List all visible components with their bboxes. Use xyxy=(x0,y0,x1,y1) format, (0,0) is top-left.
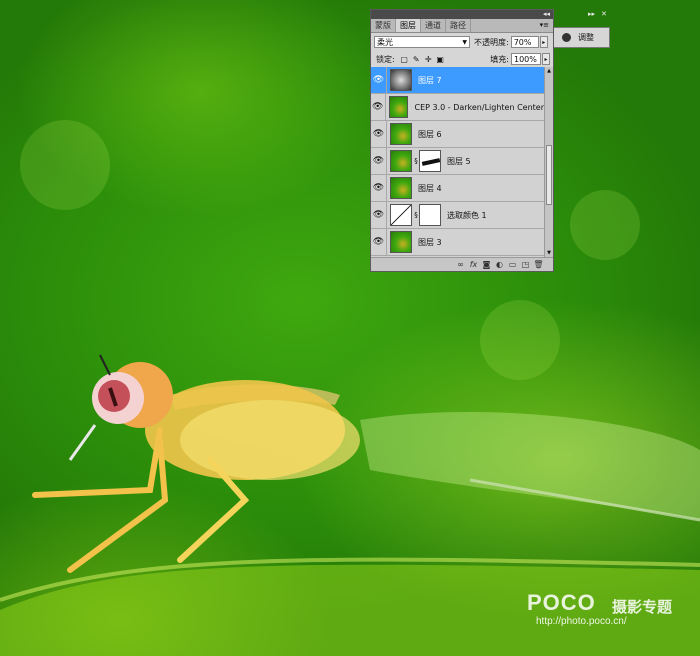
panel-menu-icon[interactable]: ▾≡ xyxy=(540,19,549,32)
layer-thumbnail[interactable] xyxy=(388,96,409,118)
panel-tabs: 蒙版 图层 通道 路径 ▾≡ xyxy=(371,19,553,33)
layer-name: CEP 3.0 - Darken/Lighten Center xyxy=(414,102,544,112)
lock-pixels-icon[interactable]: ✎ xyxy=(412,55,421,64)
layer-thumbnail[interactable] xyxy=(390,69,412,91)
visibility-eye-icon[interactable]: 👁 xyxy=(371,228,387,256)
blend-mode-value: 柔光 xyxy=(377,38,393,47)
layer-thumbnail[interactable] xyxy=(390,150,412,172)
fill-slider-toggle[interactable]: ▸ xyxy=(542,53,550,65)
visibility-eye-icon[interactable]: 👁 xyxy=(371,174,387,202)
lock-all-icon[interactable]: ▣ xyxy=(436,55,445,64)
lock-label: 锁定: xyxy=(376,54,395,64)
delete-layer-icon[interactable]: 🗑 xyxy=(532,260,545,269)
lock-transparency-icon[interactable]: ▢ xyxy=(400,55,409,64)
adjustments-icon xyxy=(562,33,571,42)
layer-thumbnail[interactable] xyxy=(390,231,412,253)
layer-row[interactable]: 👁 图层 3 xyxy=(371,228,544,256)
layer-name: 图层 4 xyxy=(418,183,442,193)
layer-style-icon[interactable]: fx xyxy=(467,260,480,269)
chevron-down-icon: ▼ xyxy=(462,39,467,46)
visibility-eye-icon[interactable]: 👁 xyxy=(371,201,387,229)
adjustment-layer-icon[interactable]: ◐ xyxy=(493,260,506,269)
collapse-icon[interactable]: ◂◂ xyxy=(543,10,550,19)
tab-channels[interactable]: 通道 xyxy=(421,19,446,32)
opacity-label: 不透明度: xyxy=(474,37,509,47)
layer-row[interactable]: 👁 图层 4 xyxy=(371,174,544,202)
poco-logo: POCO xyxy=(527,590,596,615)
layer-name: 选取颜色 1 xyxy=(447,210,487,220)
layer-list-scrollbar[interactable]: ▲ ▼ xyxy=(544,67,553,258)
layer-name: 图层 7 xyxy=(418,75,442,85)
scroll-up-icon[interactable]: ▲ xyxy=(545,67,553,76)
fill-label: 填充: xyxy=(490,54,509,64)
tab-layers[interactable]: 图层 xyxy=(396,19,421,32)
layer-thumbnail[interactable] xyxy=(390,204,412,226)
layer-name: 图层 6 xyxy=(418,129,442,139)
adjustments-panel[interactable]: 调整 xyxy=(554,27,610,48)
layer-thumbnail[interactable] xyxy=(390,177,412,199)
scroll-thumb[interactable] xyxy=(546,145,552,205)
new-layer-icon[interactable]: ◳ xyxy=(519,260,532,269)
visibility-eye-icon[interactable]: 👁 xyxy=(371,147,387,175)
visibility-eye-icon[interactable]: 👁 xyxy=(371,120,387,148)
blend-mode-select[interactable]: 柔光 ▼ xyxy=(374,36,470,48)
visibility-eye-icon[interactable]: 👁 xyxy=(371,67,387,94)
adjustments-label: 调整 xyxy=(578,33,594,42)
expand-icon[interactable]: ▸▸ xyxy=(588,10,595,19)
watermark-subtitle: 摄影专题 xyxy=(612,598,673,616)
panel-bottom-bar: ∞ fx ◙ ◐ ▭ ◳ 🗑 xyxy=(371,257,553,271)
fill-input[interactable]: 100% xyxy=(511,53,541,65)
tab-masks[interactable]: 蒙版 xyxy=(371,19,396,32)
layer-row[interactable]: 👁 § 图层 5 xyxy=(371,147,544,175)
layer-mask-thumbnail[interactable] xyxy=(419,150,441,172)
add-mask-icon[interactable]: ◙ xyxy=(480,260,493,269)
opacity-slider-toggle[interactable]: ▸ xyxy=(539,36,548,48)
watermark-url: http://photo.poco.cn/ xyxy=(536,616,627,627)
layer-row[interactable]: 👁 CEP 3.0 - Darken/Lighten Center xyxy=(371,93,544,121)
layer-name: 图层 3 xyxy=(418,237,442,247)
blend-row: 柔光 ▼ 不透明度: 70% ▸ xyxy=(371,33,553,51)
layer-list: 👁 图层 7 👁 CEP 3.0 - Darken/Lighten Center 👁 图层… xyxy=(371,67,544,258)
layer-thumbnail[interactable] xyxy=(390,123,412,145)
layer-row[interactable]: 👁 图层 7 xyxy=(371,67,544,94)
lock-position-icon[interactable]: ✛ xyxy=(424,55,433,64)
layer-name: 图层 5 xyxy=(447,156,471,166)
lock-row: 锁定: ▢ ✎ ✛ ▣ 填充: 100% ▸ xyxy=(371,51,553,68)
layer-mask-thumbnail[interactable] xyxy=(419,204,441,226)
panel-titlebar[interactable]: ◂◂ ▸▸ ✕ xyxy=(371,10,607,19)
tab-paths[interactable]: 路径 xyxy=(446,19,471,32)
link-layers-icon[interactable]: ∞ xyxy=(454,260,467,269)
new-group-icon[interactable]: ▭ xyxy=(506,260,519,269)
layers-panel: ◂◂ ▸▸ ✕ 蒙版 图层 通道 路径 ▾≡ 柔光 ▼ 不透明度: 70% ▸ … xyxy=(370,9,607,272)
photo-canvas xyxy=(0,0,700,656)
close-icon[interactable]: ✕ xyxy=(601,10,607,19)
opacity-input[interactable]: 70% xyxy=(510,36,539,48)
visibility-eye-icon[interactable]: 👁 xyxy=(371,93,386,121)
layer-row[interactable]: 👁 图层 6 xyxy=(371,120,544,148)
layer-row[interactable]: 👁 § 选取颜色 1 xyxy=(371,201,544,229)
damselfly-illustration xyxy=(0,354,700,656)
